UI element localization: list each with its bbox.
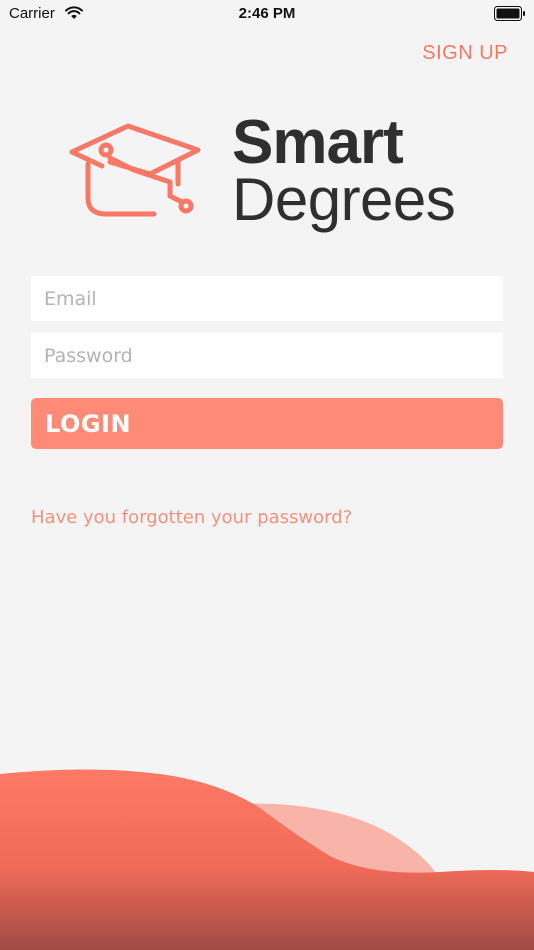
login-button[interactable]: LOGIN [31, 398, 503, 449]
graduation-cap-icon [69, 123, 201, 217]
battery-icon [494, 6, 525, 21]
email-field[interactable] [31, 276, 503, 321]
logo-line-degrees: Degrees [232, 166, 456, 233]
password-field[interactable] [31, 333, 503, 378]
status-time: 2:46 PM [238, 5, 296, 22]
forgot-password-link[interactable]: Have you forgotten your password? [31, 507, 352, 528]
decorative-wave [0, 769, 534, 950]
app-logo-wordmark: Smart Degrees [232, 108, 456, 233]
sign-up-button[interactable]: SIGN UP [422, 42, 508, 65]
status-bar: Carrier 2:46 PM [0, 0, 534, 30]
logo-line-smart: Smart [232, 108, 404, 177]
